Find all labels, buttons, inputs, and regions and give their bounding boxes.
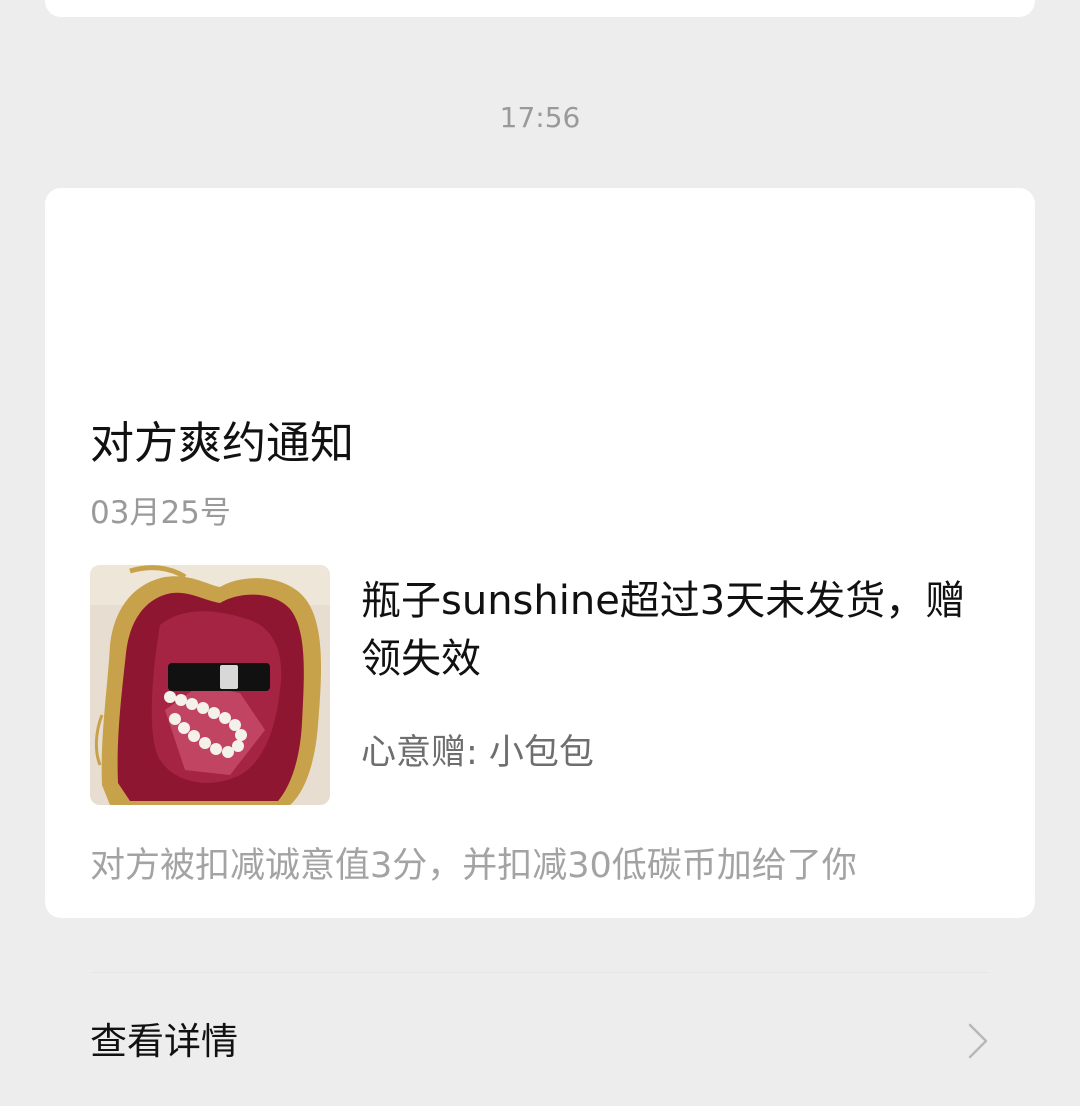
notice-title: 对方爽约通知 [90,418,354,469]
product-image [90,565,330,805]
view-details-label: 查看详情 [90,1020,238,1063]
notice-card[interactable]: 对方爽约通知 03月25号 瓶子sunshine超过3天未发货，赠领失效 心意赠… [45,188,1035,1063]
notice-date: 03月25号 [90,495,231,531]
notice-headline: 瓶子sunshine超过3天未发货，赠领失效 [361,578,966,682]
gift-text: 心意赠: 小包包 [361,733,594,773]
message-timestamp: 17:56 [499,101,581,134]
penalty-description: 对方被扣减诚意值3分，并扣减30低碳币加给了你 [90,846,857,886]
previous-message-card [45,0,1035,17]
product-thumbnail[interactable] [90,565,330,805]
view-details-row[interactable]: 查看详情 [90,973,990,1106]
chevron-right-icon [968,1023,988,1059]
